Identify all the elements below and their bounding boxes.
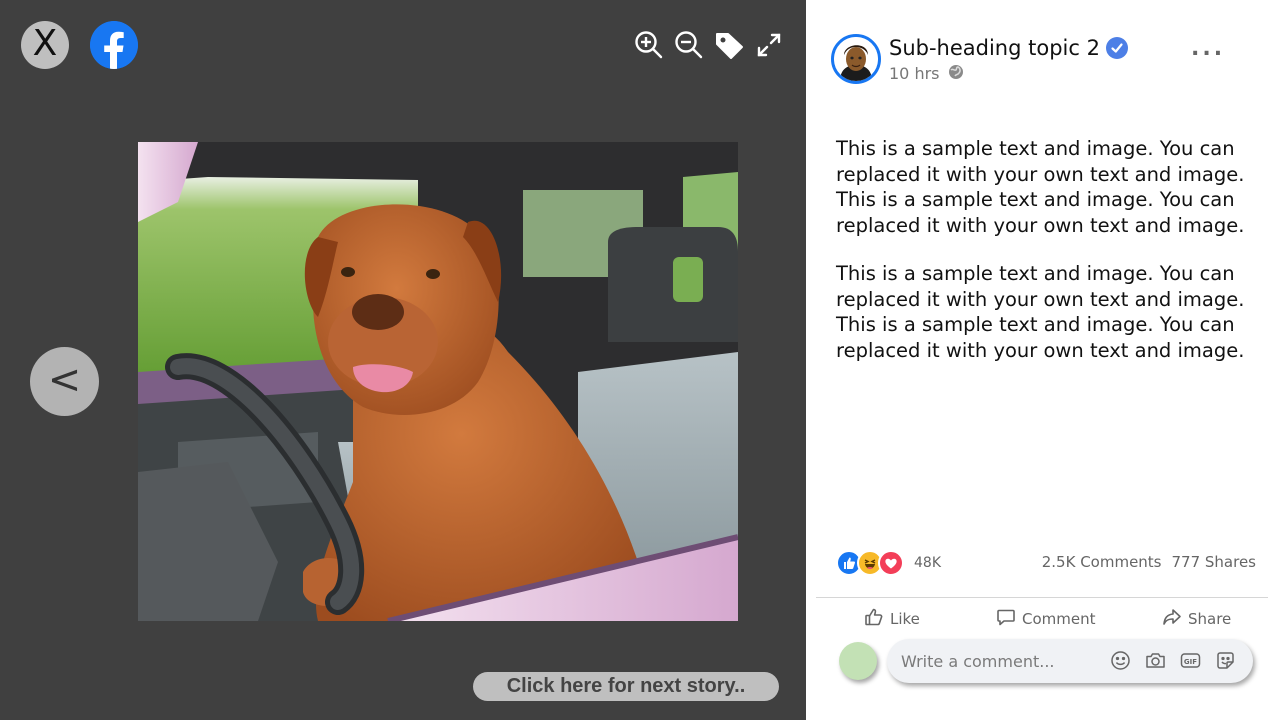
post-paragraph: This is a sample text and image. You can… [836, 137, 1245, 237]
comment-input[interactable] [901, 639, 1101, 683]
like-label: Like [890, 610, 920, 628]
current-user-avatar [839, 642, 877, 680]
post-panel: Sub-heading topic 2 10 hrs ... This is a… [806, 0, 1280, 720]
thumbs-up-icon [864, 607, 884, 631]
love-reaction-icon [878, 550, 904, 576]
post-paragraph: This is a sample text and image. You can… [836, 262, 1245, 362]
share-arrow-icon [1162, 607, 1182, 631]
emoji-icon[interactable] [1109, 649, 1132, 672]
post-text: This is a sample text and image. You can… [836, 136, 1256, 386]
gif-icon[interactable]: GIF [1179, 649, 1202, 672]
comment-button[interactable]: Comment [996, 607, 1096, 631]
post-author[interactable]: Sub-heading topic 2 [889, 36, 1128, 60]
next-story-button[interactable]: Click here for next story.. [473, 672, 779, 701]
expand-icon[interactable] [754, 30, 784, 60]
post-meta: 10 hrs [889, 63, 964, 83]
post-photo-dog-in-car [138, 142, 738, 621]
sticker-icon[interactable] [1214, 649, 1237, 672]
viewer-toolbar [634, 30, 784, 60]
close-button[interactable]: X [21, 21, 69, 69]
share-count[interactable]: 777 Shares [1172, 553, 1257, 571]
globe-icon [948, 63, 964, 83]
post-time[interactable]: 10 hrs [889, 64, 940, 83]
chevron-left-icon: < [47, 356, 82, 403]
reaction-count: 48K [914, 555, 941, 571]
comment-count[interactable]: 2.5K Comments [1042, 553, 1162, 571]
share-label: Share [1188, 610, 1232, 628]
divider [816, 597, 1268, 598]
author-avatar[interactable] [831, 34, 881, 84]
camera-icon[interactable] [1144, 649, 1167, 672]
svg-text:GIF: GIF [1184, 658, 1197, 666]
zoom-in-icon[interactable] [634, 30, 664, 60]
post-stats: 2.5K Comments 777 Shares [1042, 553, 1256, 571]
comment-bubble-icon [996, 607, 1016, 631]
comment-tools: GIF [1109, 649, 1237, 672]
facebook-logo-icon[interactable] [90, 21, 138, 69]
comment-label: Comment [1022, 610, 1096, 628]
previous-button[interactable]: < [30, 347, 99, 416]
comment-box[interactable]: GIF [887, 639, 1253, 683]
close-icon: X [32, 23, 58, 64]
more-options-button[interactable]: ... [1191, 36, 1225, 61]
verified-badge-icon [1105, 37, 1128, 59]
zoom-out-icon[interactable] [674, 30, 704, 60]
reaction-summary[interactable]: 48K [836, 550, 941, 576]
like-button[interactable]: Like [864, 607, 920, 631]
photo-viewer: X < Click here for next story.. [0, 0, 806, 720]
author-name[interactable]: Sub-heading topic 2 [889, 36, 1100, 60]
tag-icon[interactable] [714, 30, 744, 60]
share-button[interactable]: Share [1162, 607, 1231, 631]
